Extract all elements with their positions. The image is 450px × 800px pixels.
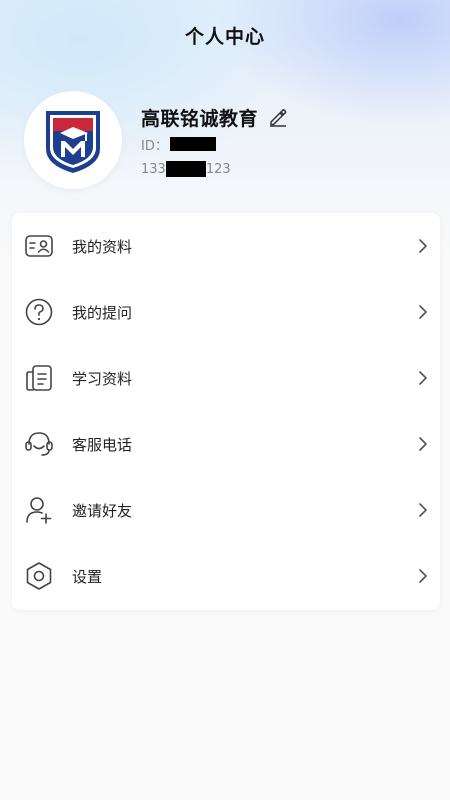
chevron-right-icon <box>419 437 427 451</box>
user-phone: 133 123 <box>141 161 231 177</box>
chevron-right-icon <box>419 503 427 517</box>
menu-label: 我的资料 <box>72 237 133 256</box>
menu-item-my-questions[interactable]: 我的提问 <box>12 279 440 345</box>
menu-item-my-profile[interactable]: 我的资料 <box>12 213 440 279</box>
page-title: 个人中心 <box>184 26 265 48</box>
phone-prefix: 133 <box>141 161 166 177</box>
user-add-icon <box>26 497 52 524</box>
chevron-right-icon <box>419 371 427 385</box>
menu-item-invite-friends[interactable]: 邀请好友 <box>12 477 440 543</box>
settings-hexagon-icon <box>26 562 52 590</box>
chevron-right-icon <box>419 239 427 253</box>
user-id-label: ID： <box>141 138 168 154</box>
phone-suffix: 123 <box>205 161 231 177</box>
menu-card: 我的资料 我的提问 学习资料 客服电话 邀请好友 设置 <box>12 213 440 610</box>
menu-label: 客服电话 <box>72 435 133 454</box>
menu-label: 邀请好友 <box>72 501 133 520</box>
chevron-right-icon <box>419 305 427 319</box>
menu-label: 学习资料 <box>72 369 133 388</box>
question-circle-icon <box>25 298 53 326</box>
user-name-row: 高联铭诚教育 <box>141 104 288 130</box>
pencil-icon[interactable] <box>268 107 288 127</box>
menu-label: 我的提问 <box>72 303 133 322</box>
user-id-redacted <box>169 137 216 151</box>
avatar[interactable] <box>24 91 122 189</box>
menu-item-study-materials[interactable]: 学习资料 <box>12 345 440 411</box>
school-shield-logo <box>46 111 100 173</box>
chevron-right-icon <box>419 569 427 583</box>
headset-icon <box>25 432 53 456</box>
menu-item-customer-service[interactable]: 客服电话 <box>12 411 440 477</box>
menu-label: 设置 <box>72 567 103 586</box>
user-name: 高联铭诚教育 <box>141 107 259 130</box>
document-icon <box>26 365 52 391</box>
menu-item-settings[interactable]: 设置 <box>12 543 440 609</box>
phone-redacted <box>165 161 206 177</box>
user-id: ID： <box>141 137 216 154</box>
id-card-icon <box>25 235 53 257</box>
